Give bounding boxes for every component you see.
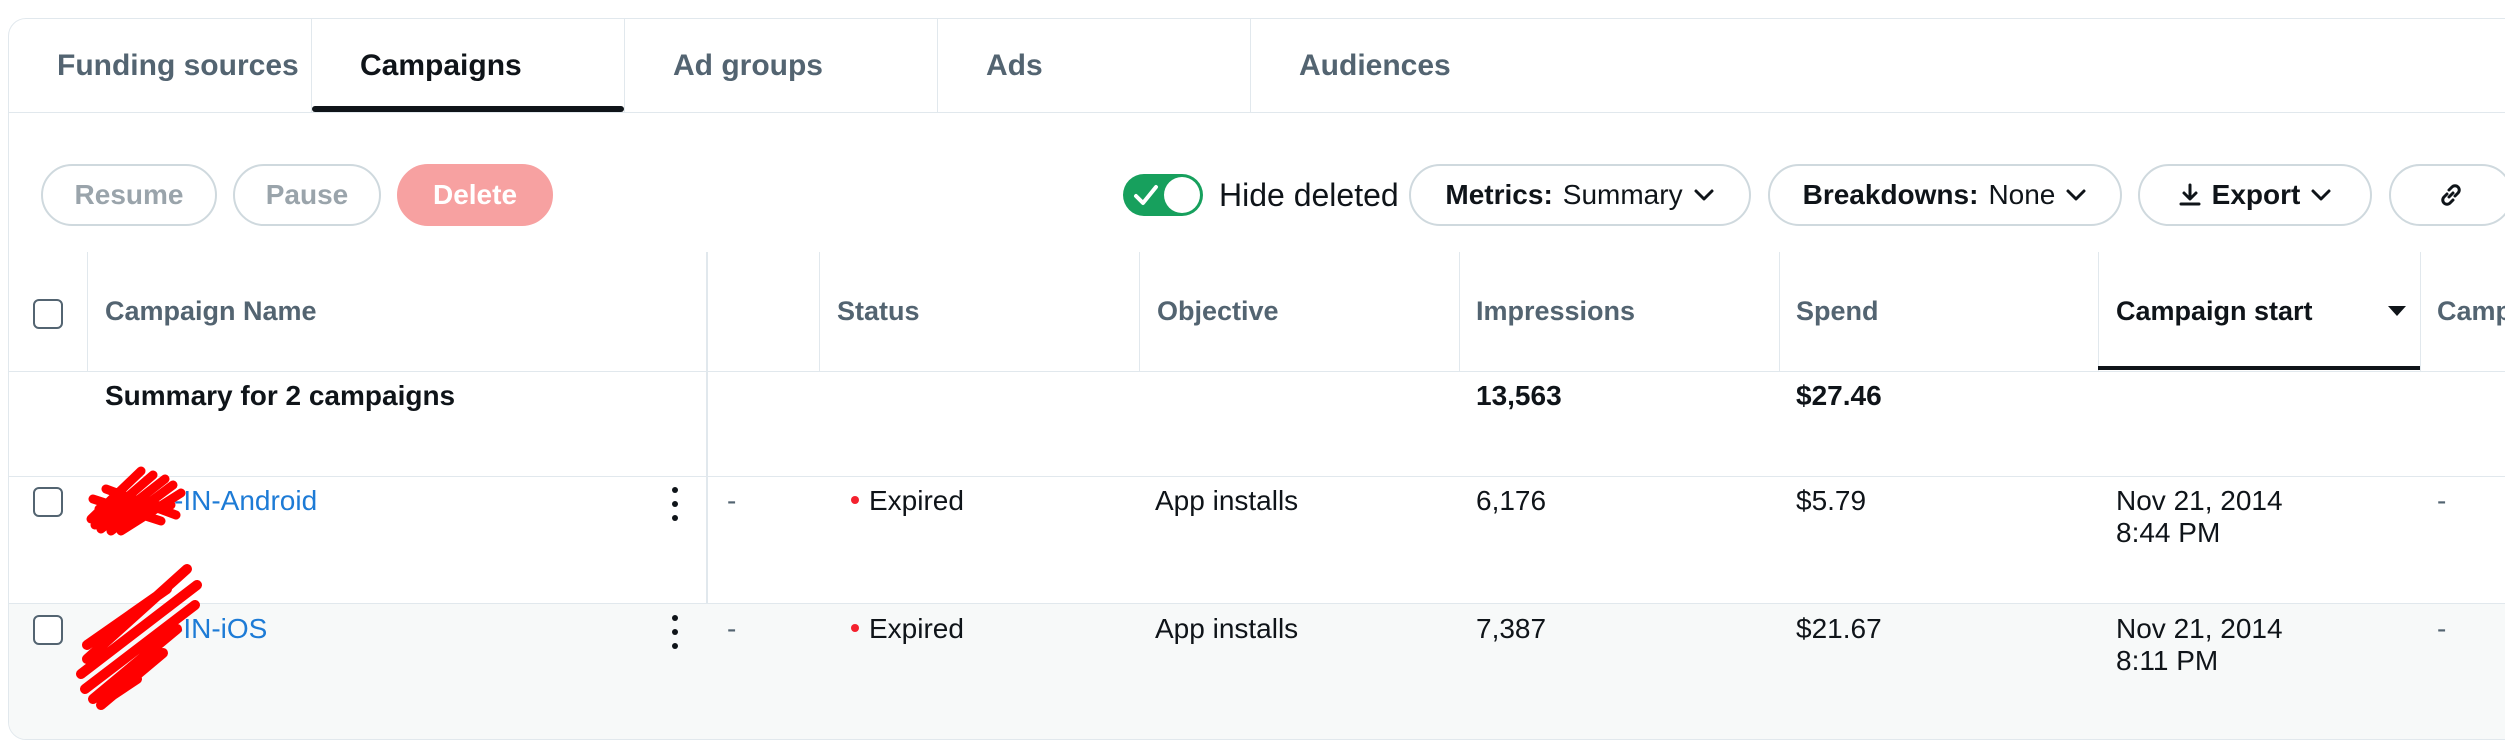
- metrics-prefix: Metrics:: [1445, 179, 1553, 210]
- end-cell: -: [2437, 485, 2447, 516]
- delete-button[interactable]: Delete: [397, 164, 553, 226]
- toolbar: Resume Pause Delete Hide deleted Metrics…: [9, 112, 2505, 252]
- start-time-cell: 8:11 PM: [2116, 645, 2219, 676]
- redaction-scribble: [76, 564, 202, 710]
- row-checkbox[interactable]: [33, 615, 63, 645]
- header-campaign-start[interactable]: Campaign start: [2116, 252, 2313, 371]
- breakdowns-prefix: Breakdowns:: [1802, 179, 1979, 210]
- tab-ad-groups[interactable]: Ad groups: [624, 19, 937, 112]
- export-label: Export: [2211, 179, 2301, 210]
- end-cell: -: [2437, 613, 2447, 644]
- column-divider: [87, 252, 88, 371]
- objective-cell: App installs: [1155, 485, 1299, 516]
- status-cell: Expired: [851, 613, 964, 645]
- row-checkbox[interactable]: [33, 487, 63, 517]
- objective-cell: App installs: [1155, 613, 1299, 644]
- tab-audiences[interactable]: Audiences: [1250, 19, 2505, 112]
- metrics-value: Summary: [1562, 179, 1683, 210]
- header-objective[interactable]: Objective: [1157, 252, 1279, 371]
- start-time-cell: 8:44 PM: [2116, 517, 2221, 548]
- hide-deleted-toggle[interactable]: [1123, 174, 1203, 216]
- start-date-cell: Nov 21, 2014: [2116, 485, 2283, 516]
- spend-cell: $5.79: [1796, 485, 1867, 516]
- sort-descending-icon[interactable]: [2387, 304, 2407, 318]
- metrics-dropdown[interactable]: Metrics: Summary: [1409, 164, 1751, 226]
- row-extra: -: [727, 485, 737, 516]
- summary-spend: $27.46: [1796, 380, 1882, 411]
- download-icon: [2179, 183, 2201, 206]
- tab-bar: Funding sources Campaigns Ad groups Ads …: [9, 19, 2505, 113]
- tab-ads[interactable]: Ads: [937, 19, 1250, 112]
- header-status[interactable]: Status: [837, 252, 920, 371]
- hide-deleted-label: Hide deleted: [1219, 176, 1399, 213]
- breakdowns-dropdown[interactable]: Breakdowns: None: [1768, 164, 2122, 226]
- column-divider: [1459, 252, 1460, 371]
- copy-link-button[interactable]: [2389, 164, 2505, 226]
- header-spend[interactable]: Spend: [1796, 252, 1879, 371]
- link-icon: [2441, 184, 2461, 206]
- impressions-cell: 6,176: [1476, 485, 1547, 516]
- column-divider: [2420, 252, 2421, 371]
- summary-label: Summary for 2 campaigns: [105, 380, 456, 411]
- resume-button[interactable]: Resume: [41, 164, 217, 226]
- campaigns-panel: Funding sources Campaigns Ad groups Ads …: [8, 18, 2505, 740]
- chevron-down-icon: [2311, 189, 2331, 201]
- check-icon: [1134, 185, 1158, 205]
- chevron-down-icon: [2066, 189, 2086, 201]
- status-dot-icon: [851, 495, 859, 504]
- breakdowns-value: None: [1988, 179, 2056, 210]
- column-divider: [1139, 252, 1140, 371]
- chevron-down-icon: [1694, 189, 1714, 201]
- row-extra: -: [727, 613, 737, 644]
- column-divider: [819, 252, 820, 371]
- header-campaign-end[interactable]: Camp: [2437, 252, 2505, 371]
- header-impressions[interactable]: Impressions: [1476, 252, 1635, 371]
- redaction-scribble: [86, 466, 186, 536]
- campaign-name-link[interactable]: -IN-Android: [174, 485, 317, 517]
- status-text: Expired: [869, 613, 964, 644]
- status-cell: Expired: [851, 485, 964, 517]
- header-campaign-name[interactable]: Campaign Name: [105, 252, 317, 371]
- sort-indicator: [2098, 366, 2420, 370]
- tab-campaigns[interactable]: Campaigns: [311, 19, 624, 112]
- row-actions-icon[interactable]: [671, 487, 679, 521]
- status-dot-icon: [851, 623, 859, 632]
- tab-funding-sources[interactable]: Funding sources: [9, 19, 311, 112]
- spend-cell: $21.67: [1796, 613, 1882, 644]
- export-dropdown[interactable]: Export: [2138, 164, 2372, 226]
- summary-impressions: 13,563: [1476, 380, 1562, 411]
- impressions-cell: 7,387: [1476, 613, 1547, 644]
- select-all-checkbox[interactable]: [33, 299, 63, 329]
- start-date-cell: Nov 21, 2014: [2116, 613, 2283, 644]
- pause-button[interactable]: Pause: [233, 164, 381, 226]
- status-text: Expired: [869, 485, 964, 516]
- column-divider: [1779, 252, 1780, 371]
- column-divider: [2098, 252, 2099, 371]
- row-actions-icon[interactable]: [671, 615, 679, 649]
